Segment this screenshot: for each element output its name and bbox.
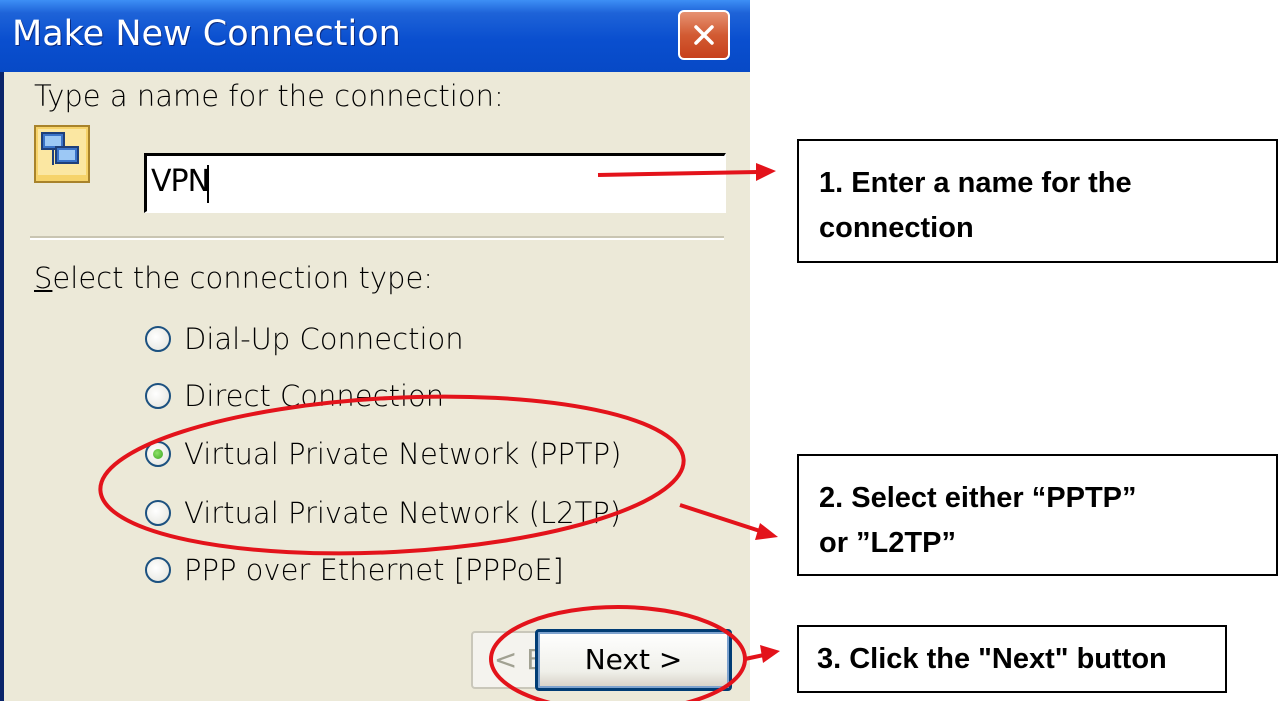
title-bar: Make New Connection — [0, 0, 750, 72]
radio-label: Virtual Private Network (L2TP) — [184, 496, 622, 530]
annotation-step-2: 2. Select either “PPTP” or ”L2TP” — [797, 454, 1278, 576]
separator — [30, 236, 724, 240]
radio-label: Direct Connection — [184, 379, 445, 413]
arrowhead-icon — [760, 645, 780, 663]
connection-name-field[interactable]: VPN — [144, 153, 726, 213]
radio-icon[interactable] — [145, 326, 171, 352]
radio-label: PPP over Ethernet [PPPoE] — [184, 553, 564, 587]
network-connection-icon — [34, 125, 90, 183]
close-button[interactable] — [678, 10, 730, 60]
annotation-text: or ”L2TP” — [819, 527, 956, 559]
radio-icon[interactable] — [145, 441, 171, 467]
radio-icon[interactable] — [145, 557, 171, 583]
annotation-text: 3. Click the "Next" button — [817, 643, 1167, 675]
arrowhead-icon — [755, 523, 778, 540]
radio-icon[interactable] — [145, 383, 171, 409]
connection-name-value: VPN — [151, 164, 210, 199]
name-label: Type a name for the connection: — [34, 79, 504, 113]
next-button[interactable]: Next > — [535, 629, 732, 691]
window-border — [0, 72, 4, 701]
close-icon — [694, 25, 714, 45]
annotation-text: 2. Select either “PPTP” — [819, 482, 1137, 514]
annotation-text: connection — [819, 212, 974, 244]
annotation-text: 1. Enter a name for the — [819, 167, 1132, 199]
window-title: Make New Connection — [12, 14, 401, 54]
radio-label: Virtual Private Network (PPTP) — [184, 437, 622, 471]
type-label: Select the connection type: — [34, 261, 434, 295]
make-new-connection-dialog: Make New Connection Type a name for the … — [0, 0, 750, 701]
annotation-step-1: 1. Enter a name for the connection — [797, 139, 1278, 263]
arrowhead-icon — [756, 163, 776, 181]
text-caret — [207, 165, 209, 203]
annotation-step-3: 3. Click the "Next" button — [797, 625, 1227, 693]
radio-icon[interactable] — [145, 500, 171, 526]
radio-label: Dial-Up Connection — [184, 322, 464, 356]
